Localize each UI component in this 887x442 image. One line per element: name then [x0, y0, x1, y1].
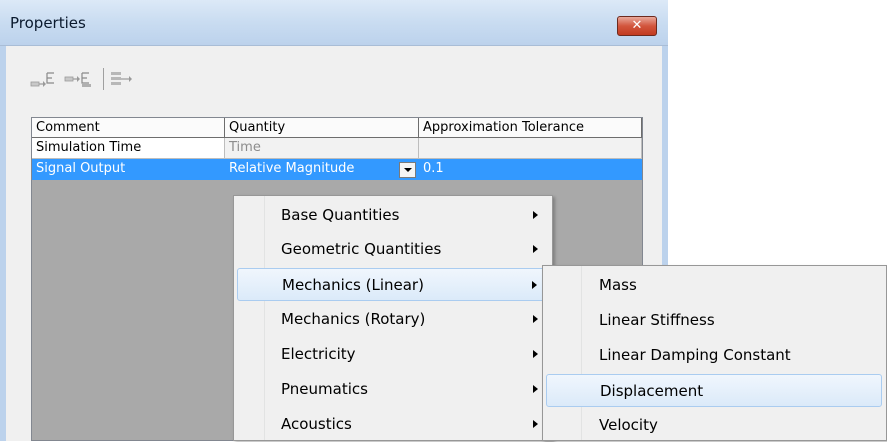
menu-item-label: Mechanics (Linear) — [282, 276, 424, 294]
menu-item-label: Mechanics (Rotary) — [281, 310, 426, 328]
cell-quantity-row1[interactable]: Time — [225, 138, 419, 159]
menu-item-geometric-quantities[interactable]: Geometric Quantities — [237, 233, 548, 266]
menu-item-acoustics[interactable]: Acoustics — [237, 408, 548, 441]
submenu-item-mass[interactable]: Mass — [546, 269, 882, 302]
cell-tolerance-row2[interactable]: 0.1 — [419, 159, 642, 180]
menu-item-base-quantities[interactable]: Base Quantities — [237, 199, 548, 232]
menu-item-mechanics-linear[interactable]: Mechanics (Linear) — [237, 268, 548, 301]
cell-tolerance-row1[interactable] — [419, 138, 642, 159]
mechanics-linear-submenu: Mass Linear Stiffness Linear Damping Con… — [542, 265, 887, 441]
column-header-quantity[interactable]: Quantity — [225, 118, 419, 138]
title-bar[interactable]: Properties ✕ — [0, 0, 668, 46]
chevron-right-icon — [533, 315, 538, 323]
chevron-right-icon — [533, 350, 538, 358]
submenu-item-displacement[interactable]: Displacement — [546, 374, 882, 407]
submenu-item-velocity[interactable]: Velocity — [546, 409, 882, 442]
cell-quantity-row2[interactable]: Relative Magnitude — [225, 159, 419, 180]
menu-item-label: Acoustics — [281, 415, 352, 433]
column-header-comment[interactable]: Comment — [32, 118, 225, 138]
cell-comment-row2[interactable]: Signal Output — [32, 159, 225, 180]
quantity-dropdown-button[interactable] — [399, 162, 416, 178]
menu-item-mechanics-rotary[interactable]: Mechanics (Rotary) — [237, 303, 548, 336]
toolbar-separator — [103, 68, 104, 90]
chevron-right-icon — [533, 245, 538, 253]
add-comment-icon[interactable] — [30, 70, 62, 88]
menu-item-label: Geometric Quantities — [281, 240, 442, 258]
chevron-right-icon — [533, 211, 538, 219]
cell-comment-row1[interactable]: Simulation Time — [32, 138, 225, 159]
column-header-tolerance[interactable]: Approximation Tolerance — [419, 118, 642, 138]
close-button[interactable]: ✕ — [617, 16, 657, 36]
export-icon[interactable] — [110, 70, 144, 88]
submenu-item-linear-damping-constant[interactable]: Linear Damping Constant — [546, 339, 882, 372]
menu-item-label: Pneumatics — [281, 380, 368, 398]
quantity-menu: Base Quantities Geometric Quantities Mec… — [233, 195, 553, 441]
chevron-right-icon — [533, 420, 538, 428]
add-element-icon[interactable] — [64, 70, 98, 88]
chevron-right-icon — [533, 385, 538, 393]
submenu-item-linear-stiffness[interactable]: Linear Stiffness — [546, 304, 882, 337]
menu-item-label: Electricity — [281, 345, 356, 363]
window-title: Properties — [10, 14, 86, 32]
chevron-right-icon — [532, 281, 537, 289]
menu-item-pneumatics[interactable]: Pneumatics — [237, 373, 548, 406]
menu-item-electricity[interactable]: Electricity — [237, 338, 548, 371]
menu-item-label: Base Quantities — [281, 206, 400, 224]
